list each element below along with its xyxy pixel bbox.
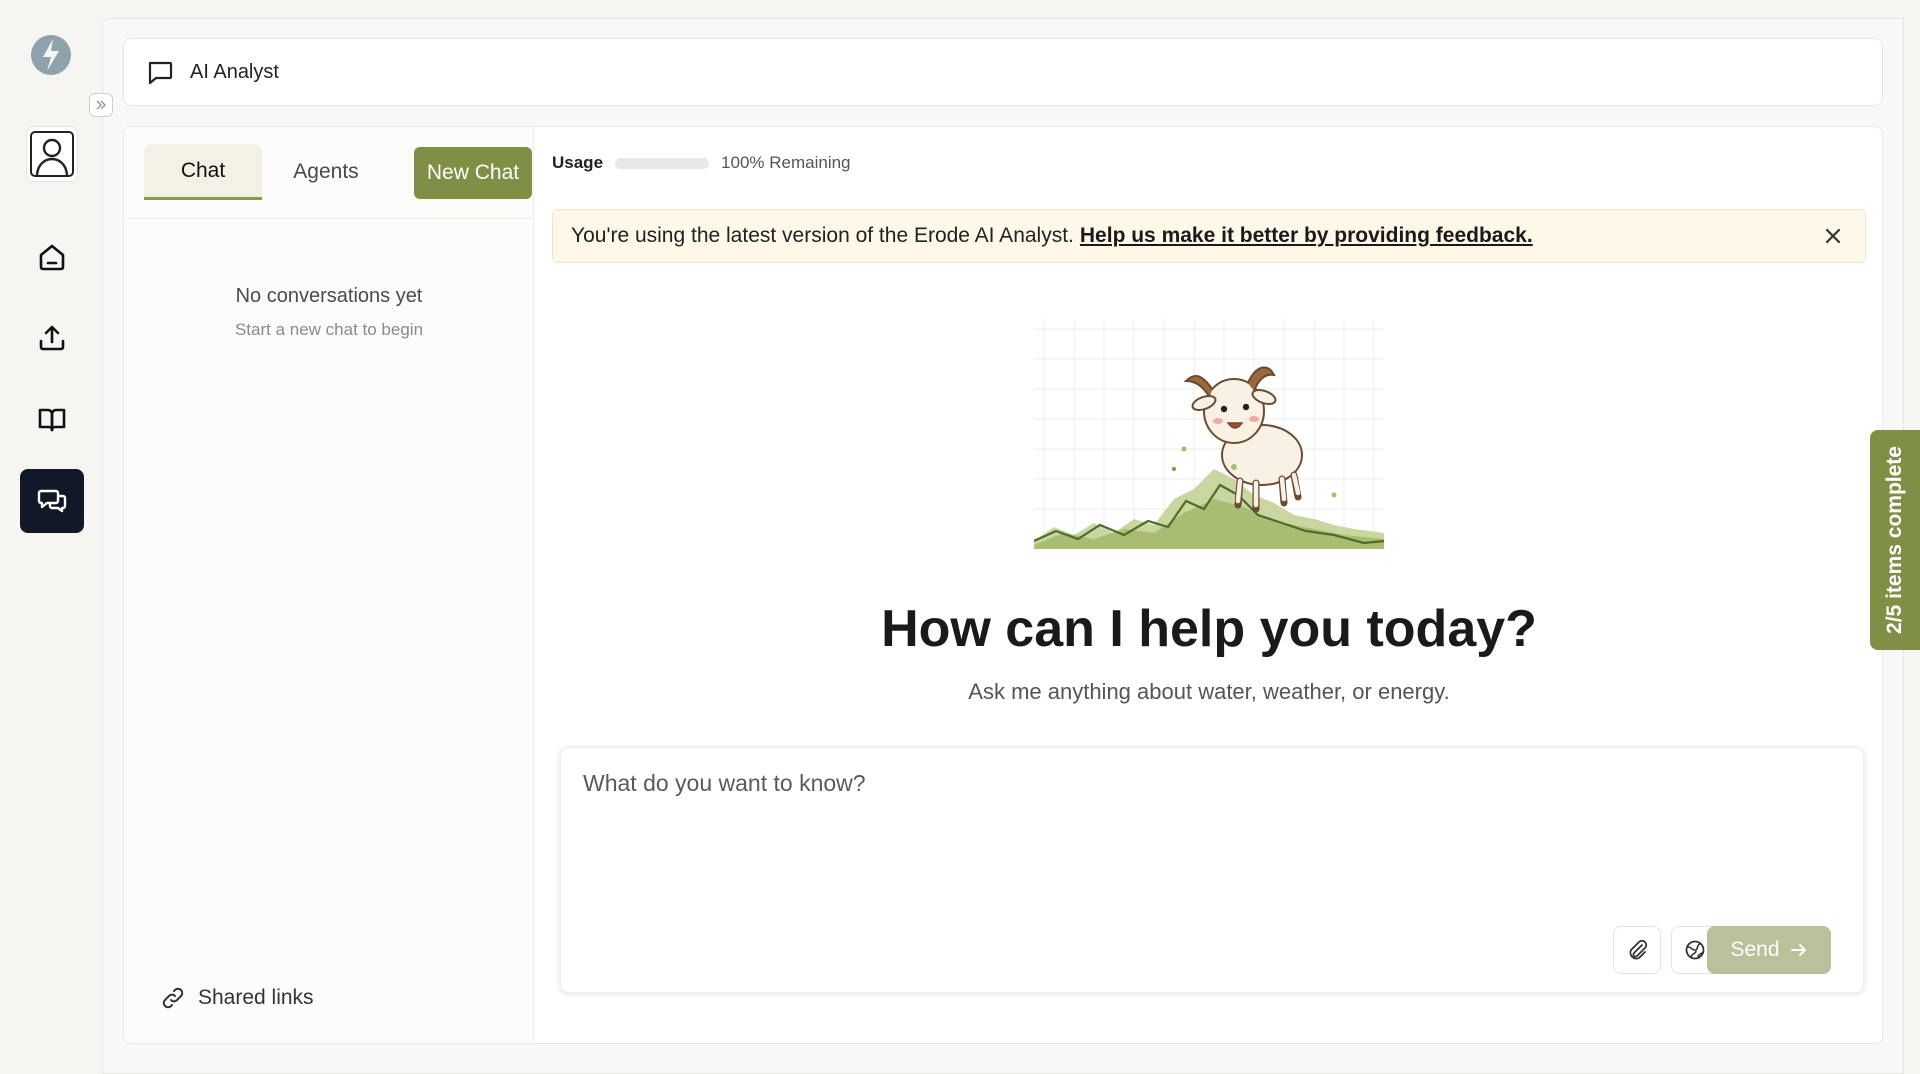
empty-state-subtitle: Start a new chat to begin — [234, 320, 424, 339]
send-label: Send — [1730, 938, 1780, 961]
new-chat-button[interactable]: New Chat — [414, 147, 532, 199]
divider — [124, 218, 534, 219]
home-icon — [39, 244, 65, 271]
usage-bar — [615, 157, 710, 169]
tab-agents[interactable]: Agents — [264, 144, 388, 200]
expand-sidebar-button[interactable] — [89, 93, 113, 117]
nav-rail — [0, 0, 102, 1074]
tab-chat[interactable]: Chat — [144, 144, 262, 200]
chat-bubbles-icon — [37, 489, 67, 513]
upload-icon — [39, 325, 65, 351]
book-icon — [38, 408, 66, 432]
close-icon[interactable] — [1821, 224, 1845, 248]
feedback-banner: You're using the latest version of the E… — [552, 209, 1866, 263]
conversation-sidebar: Chat Agents New Chat No conversations ye… — [124, 127, 534, 1043]
feedback-link[interactable]: Help us make it better by providing feed… — [1080, 224, 1533, 248]
sidebar-tabs: Chat Agents New Chat — [134, 144, 532, 200]
arrow-right-icon — [1790, 944, 1806, 956]
usage-remaining: 100% Remaining — [721, 153, 851, 172]
link-icon — [162, 987, 184, 1009]
double-chevron-right-icon — [96, 100, 107, 110]
chat-nav-button[interactable] — [20, 469, 84, 533]
usage-meter: Usage 100% Remaining — [552, 153, 851, 173]
banner-text: You're using the latest version of the E… — [571, 224, 1074, 247]
shared-links-label: Shared links — [198, 986, 314, 1009]
docs-nav-button[interactable] — [20, 387, 84, 451]
onboarding-progress-tab[interactable]: 2/5 items complete — [1870, 430, 1920, 650]
home-nav-button[interactable] — [20, 225, 84, 289]
progress-label: 2/5 items complete — [1883, 446, 1907, 634]
message-square-icon — [148, 61, 173, 85]
send-button[interactable]: Send — [1707, 926, 1831, 974]
empty-state-title: No conversations yet — [235, 285, 423, 307]
upload-nav-button[interactable] — [20, 306, 84, 370]
chat-main: Usage 100% Remaining You're using the la… — [534, 127, 1884, 1043]
hero-title: How can I help you today? — [881, 600, 1537, 658]
usage-label: Usage — [552, 153, 604, 172]
goat-mascot-illustration — [1034, 319, 1384, 549]
avatar[interactable] — [26, 126, 78, 182]
message-composer: Send — [560, 747, 1864, 993]
message-input[interactable] — [583, 770, 1833, 920]
paperclip-icon — [1629, 939, 1648, 960]
hero-subtitle: Ask me anything about water, weather, or… — [968, 679, 1450, 704]
app-logo-icon[interactable] — [29, 33, 73, 77]
globe-icon — [1685, 940, 1705, 960]
shared-links-button[interactable]: Shared links — [160, 985, 314, 1011]
attach-button[interactable] — [1613, 926, 1661, 974]
workspace: Chat Agents New Chat No conversations ye… — [123, 126, 1883, 1044]
page-title: AI Analyst — [190, 60, 279, 83]
header: AI Analyst — [123, 38, 1883, 106]
